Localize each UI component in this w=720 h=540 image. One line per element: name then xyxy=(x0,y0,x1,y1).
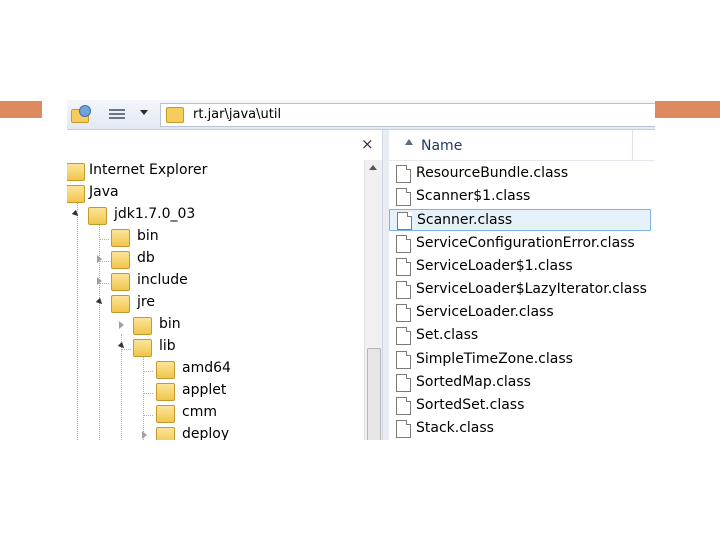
expanded-arrow-icon[interactable] xyxy=(71,209,81,219)
file-row[interactable]: ResourceBundle.class xyxy=(389,163,651,185)
address-path: rt.jar\java\util xyxy=(193,107,282,122)
file-name: ServiceConfigurationError.class xyxy=(416,234,635,251)
expanded-arrow-icon[interactable] xyxy=(95,297,105,307)
tree-item-label: lib xyxy=(159,338,176,354)
file-name: SortedSet.class xyxy=(416,397,525,413)
collapsed-arrow-icon[interactable] xyxy=(97,255,102,263)
file-row[interactable]: ServiceLoader.class xyxy=(389,302,651,324)
folder-icon xyxy=(133,317,152,335)
tree-item-label: db xyxy=(137,250,155,266)
file-row[interactable]: Stack.class xyxy=(389,418,651,440)
folder-icon xyxy=(156,383,175,401)
column-header-name[interactable]: Name xyxy=(389,130,655,161)
scroll-up-icon[interactable] xyxy=(369,165,377,170)
file-row[interactable]: Scanner.class xyxy=(389,209,651,232)
nav-pane-scrollbar[interactable] xyxy=(364,160,382,440)
file-row[interactable]: Scanner$1.class xyxy=(389,186,651,208)
folder-icon xyxy=(156,405,175,423)
address-bar[interactable]: rt.jar\java\util xyxy=(160,103,655,127)
file-icon xyxy=(396,304,411,323)
views-icon[interactable] xyxy=(109,105,129,123)
toolbar: rt.jar\java\util xyxy=(67,100,655,130)
file-icon xyxy=(397,212,412,231)
file-name: Scanner$1.class xyxy=(416,188,531,205)
close-icon[interactable]: × xyxy=(361,135,374,153)
file-icon xyxy=(396,397,411,415)
folder-icon xyxy=(111,229,130,247)
file-icon xyxy=(396,188,411,207)
file-row[interactable]: SortedMap.class xyxy=(389,372,651,394)
scrollbar-thumb[interactable] xyxy=(367,348,381,440)
folder-icon xyxy=(111,295,130,313)
organize-icon[interactable] xyxy=(69,105,91,123)
file-name: ServiceLoader.class xyxy=(416,304,554,321)
file-row[interactable]: SortedSet.class xyxy=(389,395,651,417)
file-list-pane: Name ResourceBundle.class Scanner$1.class… xyxy=(389,130,655,440)
tree-item-label: bin xyxy=(137,228,159,244)
tree-item-label: applet xyxy=(182,382,227,398)
slide-accent-bar-left xyxy=(0,101,42,118)
file-name: ResourceBundle.class xyxy=(416,165,569,181)
folder-icon xyxy=(133,339,152,357)
folder-icon xyxy=(67,163,85,181)
file-icon xyxy=(396,327,411,346)
file-icon xyxy=(396,234,411,253)
sort-ascending-icon xyxy=(405,139,413,145)
file-icon xyxy=(396,373,411,392)
collapsed-arrow-icon[interactable] xyxy=(142,431,147,439)
collapsed-arrow-icon[interactable] xyxy=(97,277,102,285)
nav-pane-header: × xyxy=(67,130,382,160)
file-name: Scanner.class xyxy=(417,212,513,229)
file-name: ServiceLoader$LazyIterator.class xyxy=(416,281,647,297)
tree-item-label: bin xyxy=(159,316,181,332)
folder-icon xyxy=(156,361,175,379)
folder-icon xyxy=(67,185,85,203)
file-name: Set.class xyxy=(416,327,479,344)
file-icon xyxy=(396,165,411,183)
file-row[interactable]: ServiceConfigurationError.class xyxy=(389,233,651,255)
file-icon xyxy=(396,350,411,369)
folder-icon xyxy=(111,273,130,291)
file-icon xyxy=(396,257,411,276)
tree-item-label: cmm xyxy=(182,404,217,420)
tree-item-label: deploy xyxy=(182,426,230,440)
folder-icon xyxy=(166,107,184,123)
tree-item-label: Java xyxy=(89,184,119,200)
column-divider[interactable] xyxy=(632,130,633,160)
navigation-pane: × Internet Explorer Java jdk1.7.0_03 bin xyxy=(67,130,382,440)
tree-item-label: amd64 xyxy=(182,360,231,376)
collapsed-arrow-icon[interactable] xyxy=(119,321,124,329)
tree-item-label: include xyxy=(137,272,188,288)
file-name: SortedMap.class xyxy=(416,373,531,390)
folder-icon xyxy=(111,251,130,269)
slide-accent-bar-right xyxy=(655,101,720,118)
tree-item-label: Internet Explorer xyxy=(89,162,208,178)
file-row[interactable]: SimpleTimeZone.class xyxy=(389,349,651,371)
file-name: SimpleTimeZone.class xyxy=(416,350,573,367)
file-row[interactable]: ServiceLoader$1.class xyxy=(389,256,651,278)
file-name: ServiceLoader$1.class xyxy=(416,257,573,274)
folder-icon xyxy=(88,207,107,225)
tree-item-label: jdk1.7.0_03 xyxy=(114,206,196,222)
file-icon xyxy=(396,420,411,439)
explorer-window: rt.jar\java\util × Internet Explorer Jav… xyxy=(67,100,655,440)
folder-icon xyxy=(156,427,175,440)
file-row[interactable]: Set.class xyxy=(389,325,651,347)
chevron-down-icon[interactable] xyxy=(140,110,148,115)
tree-item-label: jre xyxy=(137,294,155,310)
file-name: Stack.class xyxy=(416,420,494,437)
file-icon xyxy=(396,281,411,299)
file-row[interactable]: ServiceLoader$LazyIterator.class xyxy=(389,279,651,301)
column-header-label: Name xyxy=(421,138,463,154)
